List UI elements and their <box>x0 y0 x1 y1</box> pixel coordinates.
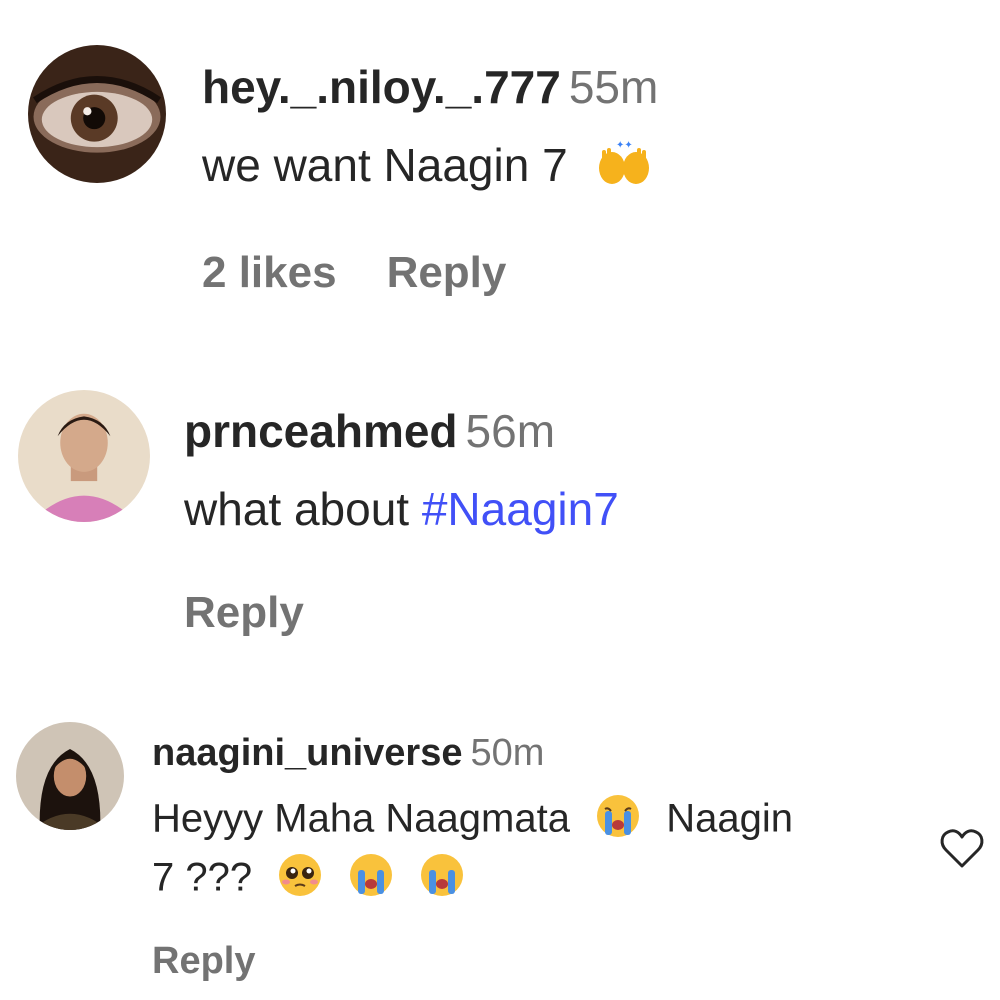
avatar[interactable] <box>28 45 166 183</box>
comment-time[interactable]: 56m <box>466 405 555 457</box>
comment-time[interactable]: 55m <box>569 61 658 113</box>
raising-hands-emoji-icon: ✦✦ <box>594 138 654 199</box>
username[interactable]: prnceahmed <box>184 405 458 457</box>
svg-text:✦✦: ✦✦ <box>616 140 633 151</box>
comment-time[interactable]: 50m <box>470 732 544 774</box>
comment-text: we want Naagin 7 <box>202 139 568 191</box>
crying-face-emoji-icon <box>595 793 641 849</box>
crying-face-emoji-icon <box>419 852 465 908</box>
pleading-face-emoji-icon <box>277 852 323 908</box>
username[interactable]: naagini_universe <box>152 732 462 774</box>
comment-text-line1-after: Naagin <box>666 796 793 841</box>
reply-button[interactable]: Reply <box>387 248 507 297</box>
avatar[interactable] <box>18 390 150 522</box>
comment-text-line2: 7 ??? <box>152 855 253 900</box>
comment-text-line1: Heyyy Maha Naagmata <box>152 796 570 841</box>
likes-count[interactable]: 2 likes <box>202 248 337 297</box>
heart-icon[interactable] <box>938 826 986 870</box>
hashtag-link[interactable]: #Naagin7 <box>422 483 619 535</box>
avatar[interactable] <box>16 722 124 830</box>
comment-text: what about <box>184 483 410 535</box>
person-avatar-image <box>18 390 150 522</box>
username[interactable]: hey._.niloy._.777 <box>202 61 561 113</box>
reply-button[interactable]: Reply <box>152 940 255 982</box>
woman-avatar-image <box>16 722 124 830</box>
eye-avatar-image <box>28 45 166 183</box>
crying-face-emoji-icon <box>348 852 394 908</box>
reply-button[interactable]: Reply <box>184 588 304 637</box>
